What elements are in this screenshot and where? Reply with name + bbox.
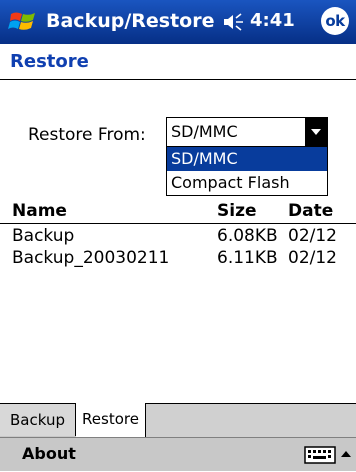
dropdown-option-sd-mmc[interactable]: SD/MMC: [167, 147, 327, 171]
windows-flag-icon[interactable]: [8, 6, 40, 38]
item-name: Backup_20030211: [12, 248, 170, 268]
column-header-name[interactable]: Name: [12, 200, 67, 222]
item-date: 02/12: [288, 248, 337, 268]
column-header-size[interactable]: Size: [217, 200, 257, 222]
page-title: Restore: [10, 51, 89, 72]
about-menu[interactable]: About: [22, 438, 76, 470]
item-name: Backup: [12, 226, 75, 246]
column-header-date[interactable]: Date: [288, 200, 333, 222]
item-date: 02/12: [288, 226, 337, 246]
list-header-divider: [0, 223, 356, 224]
list-item[interactable]: Backup_20030211 6.11KB 02/12: [0, 247, 356, 269]
dropdown-option-compact-flash[interactable]: Compact Flash: [167, 171, 327, 195]
dropdown-selected-value: SD/MMC: [171, 122, 238, 141]
header-divider: [0, 79, 356, 80]
chevron-up-icon[interactable]: [338, 442, 354, 468]
clock[interactable]: 4:41: [250, 7, 295, 35]
item-size: 6.11KB: [217, 248, 278, 268]
tab-backup[interactable]: Backup: [0, 404, 76, 436]
app-title: Backup/Restore: [46, 10, 215, 32]
item-size: 6.08KB: [217, 226, 278, 246]
speaker-icon[interactable]: [222, 12, 246, 32]
restore-from-label: Restore From:: [28, 125, 146, 145]
tab-restore[interactable]: Restore: [76, 403, 146, 437]
tab-strip-filler: [146, 404, 356, 437]
keyboard-icon[interactable]: [304, 446, 336, 464]
tab-strip: Backup Restore: [0, 403, 356, 438]
dropdown-arrow-button[interactable]: [305, 118, 327, 146]
ok-button[interactable]: ok: [321, 7, 349, 35]
chevron-down-icon: [311, 129, 321, 135]
title-bar: Backup/Restore 4:41 ok: [0, 0, 356, 44]
command-bar: About: [0, 437, 356, 471]
list-header: Name Size Date: [0, 200, 356, 222]
dropdown-list: SD/MMC Compact Flash: [166, 146, 328, 196]
list-item[interactable]: Backup 6.08KB 02/12: [0, 225, 356, 247]
restore-source-dropdown[interactable]: SD/MMC: [166, 117, 328, 147]
